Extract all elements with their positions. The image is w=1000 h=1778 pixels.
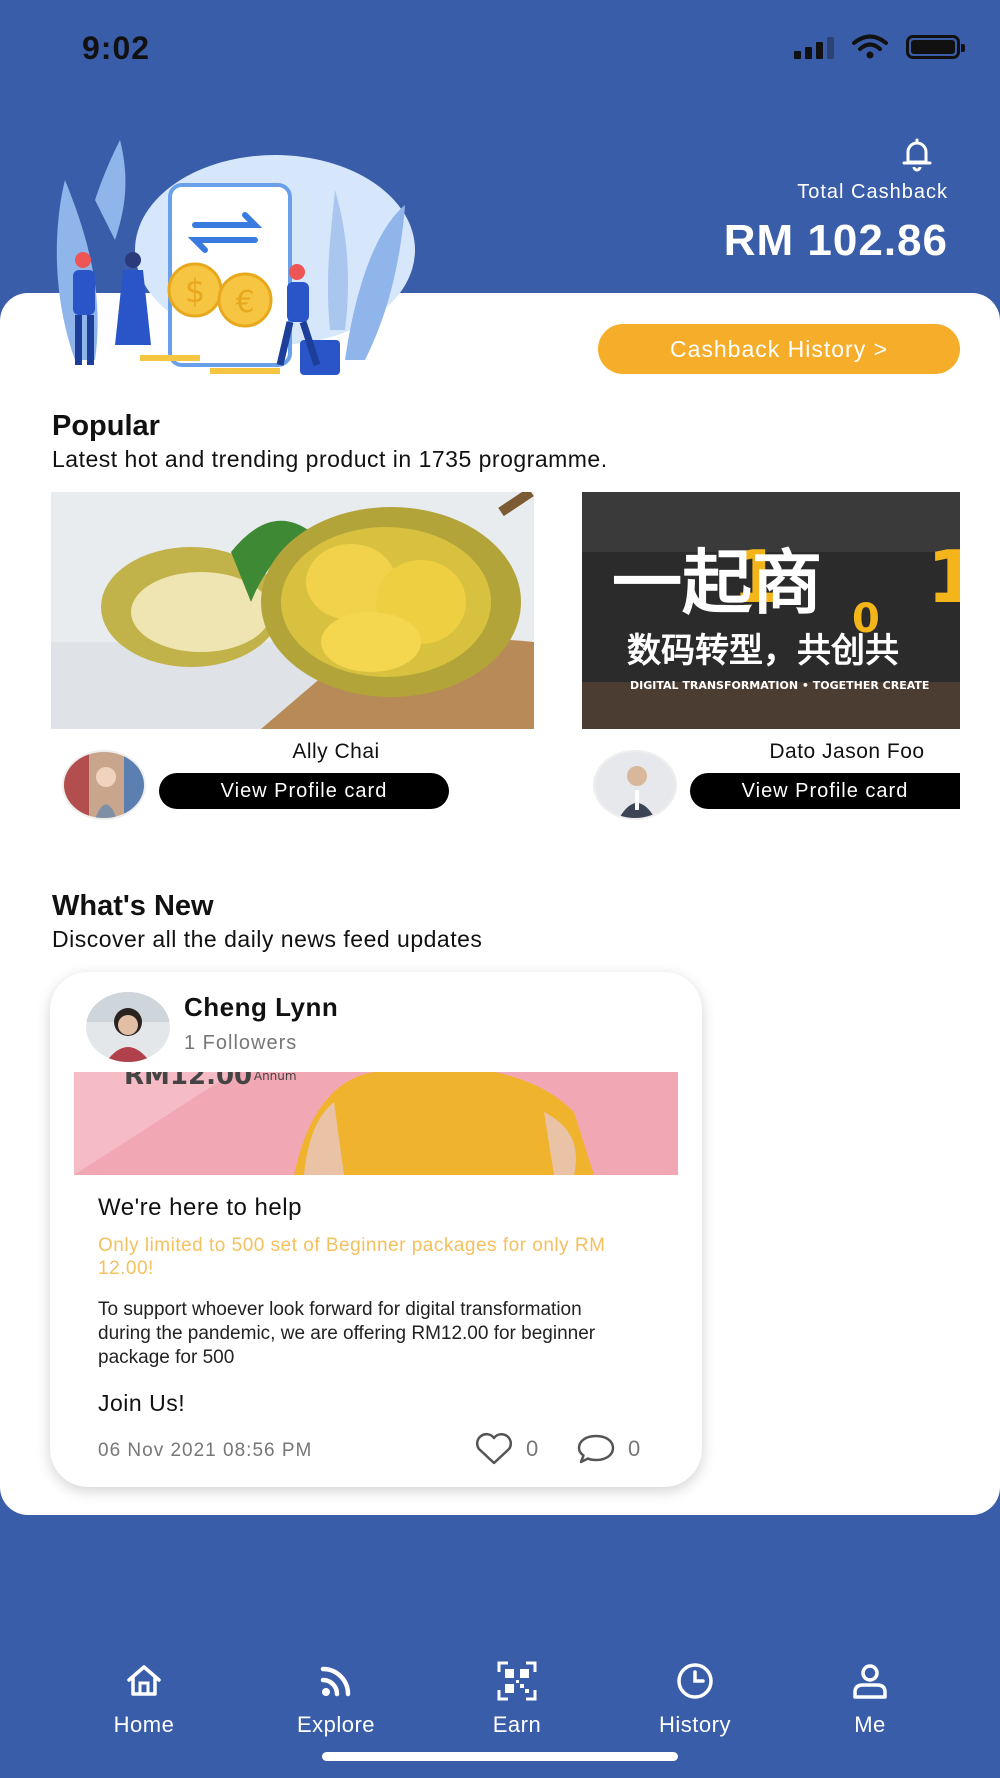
- durian-image[interactable]: [51, 492, 534, 729]
- tab-label: Home: [113, 1712, 175, 1737]
- heart-icon[interactable]: [474, 1432, 514, 1466]
- avatar[interactable]: [86, 992, 170, 1062]
- whats-new-title: What's New: [52, 890, 214, 922]
- popular-subtitle: Latest hot and trending product in 1735 …: [52, 446, 608, 472]
- battery-icon: [906, 35, 965, 59]
- tab-me[interactable]: Me: [800, 1660, 940, 1738]
- user-icon: [853, 1664, 887, 1699]
- cashback-history-button[interactable]: Cashback History >: [598, 324, 960, 374]
- like-count: 0: [526, 1436, 539, 1461]
- tab-history[interactable]: History: [625, 1660, 765, 1738]
- rss-icon: [320, 1666, 351, 1697]
- qr-code-icon: [497, 1661, 537, 1701]
- post-title: We're here to help: [98, 1194, 302, 1221]
- signal-icon: [794, 35, 834, 59]
- clock-icon: [677, 1663, 713, 1699]
- comment-icon[interactable]: [576, 1432, 616, 1466]
- tab-label: Earn: [492, 1712, 542, 1737]
- comment-button[interactable]: 0: [576, 1432, 640, 1466]
- popular-title: Popular: [52, 410, 160, 442]
- view-profile-card-button[interactable]: View Profile card: [159, 773, 449, 809]
- popular-card[interactable]: 1 1 0 一起商 数码转型，共创共 DIGITAL TRANSFORMATIO…: [582, 492, 960, 820]
- bottom-tab-bar: Home Explore Earn History Me: [0, 1660, 1000, 1750]
- popular-name: Ally Chai: [292, 740, 380, 763]
- view-profile-card-button[interactable]: View Profile card: [690, 773, 960, 809]
- avatar[interactable]: [62, 750, 146, 820]
- home-indicator[interactable]: [322, 1752, 678, 1761]
- post-highlight: Only limited to 500 set of Beginner pack…: [98, 1235, 606, 1279]
- post-followers: 1 Followers: [184, 1032, 298, 1054]
- svg-text:$: $: [185, 272, 205, 310]
- banner-price-unit: / Annum: [246, 1072, 297, 1083]
- banner-price: RM12.00: [124, 1072, 252, 1091]
- home-icon: [127, 1665, 161, 1696]
- cashback-illustration: $ €: [56, 140, 415, 375]
- whats-new-subtitle: Discover all the daily news feed updates: [52, 926, 483, 952]
- digital-transformation-banner[interactable]: 1 1 0 一起商 数码转型，共创共 DIGITAL TRANSFORMATIO…: [582, 492, 960, 729]
- total-cashback-amount: RM 102.86: [723, 216, 948, 265]
- popular-card[interactable]: Ally Chai View Profile card: [51, 492, 534, 820]
- popular-name: Dato Jason Foo: [769, 740, 925, 763]
- post-body: To support whoever look forward for digi…: [98, 1299, 596, 1368]
- tab-earn[interactable]: Earn: [447, 1660, 587, 1738]
- wifi-icon: [852, 34, 888, 59]
- tab-label: History: [659, 1712, 731, 1737]
- post-author[interactable]: Cheng Lynn: [184, 992, 338, 1023]
- svg-text:€: €: [235, 285, 254, 320]
- avatar[interactable]: [593, 750, 677, 820]
- post-banner-image[interactable]: RM12.00 / Annum: [74, 1072, 678, 1175]
- banner-subheadline: 数码转型，共创共: [627, 631, 899, 671]
- news-post-card[interactable]: Cheng Lynn 1 Followers RM12.00 / Annum W…: [50, 972, 702, 1487]
- banner-caption: DIGITAL TRANSFORMATION • TOGETHER CREATE: [630, 679, 929, 692]
- post-cta: Join Us!: [98, 1390, 186, 1416]
- notification-bell-icon[interactable]: [899, 136, 935, 172]
- tab-label: Me: [854, 1712, 886, 1737]
- status-icons: [794, 34, 965, 60]
- svg-text:1: 1: [927, 535, 960, 619]
- banner-headline: 一起商: [612, 542, 822, 624]
- tab-home[interactable]: Home: [74, 1660, 214, 1738]
- total-cashback-label: Total Cashback: [797, 181, 948, 203]
- post-date: 06 Nov 2021 08:56 PM: [98, 1440, 313, 1461]
- like-button[interactable]: 0: [474, 1432, 538, 1466]
- status-time: 9:02: [82, 30, 151, 66]
- tab-explore[interactable]: Explore: [266, 1660, 406, 1738]
- tab-label: Explore: [296, 1712, 376, 1737]
- comment-count: 0: [628, 1436, 641, 1461]
